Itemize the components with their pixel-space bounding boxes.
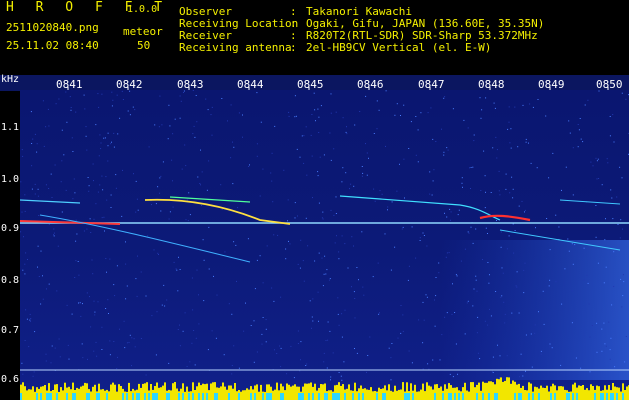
frequency-tick: 0.7 [1, 325, 20, 336]
antenna-sep: : [290, 41, 297, 54]
timestamp: 25.11.02 08:40 [6, 39, 99, 52]
unit-label: kHz [1, 74, 20, 85]
time-tick: 0844 [237, 78, 264, 91]
frequency-tick: 0.8 [1, 275, 20, 286]
meteor-count: 50 [137, 39, 151, 52]
time-tick: 0849 [538, 78, 565, 91]
spectrogram [20, 90, 629, 400]
time-tick: 0848 [478, 78, 505, 91]
frequency-tick: 0.6 [1, 374, 20, 385]
time-tick: 0843 [177, 78, 204, 91]
time-tick: 0847 [418, 78, 445, 91]
antenna-label: Receiving antenna [179, 41, 292, 54]
frequency-tick: 1.0 [1, 174, 20, 185]
time-tick: 0841 [56, 78, 83, 91]
noise-region [440, 240, 629, 380]
header-panel: H R O F F T 1.0.0 2511020840.png meteor … [0, 0, 629, 74]
time-tick: 0842 [116, 78, 143, 91]
antenna-value: 2el-HB9CV Vertical (el. E-W) [306, 41, 492, 54]
app-version: 1.0.0 [127, 4, 158, 15]
frequency-tick: 0.9 [1, 223, 20, 234]
time-tick: 0845 [297, 78, 324, 91]
file-name: 2511020840.png [6, 21, 99, 34]
frequency-tick: 1.1 [1, 122, 20, 133]
meteor-label: meteor [123, 25, 163, 38]
time-tick: 0846 [357, 78, 384, 91]
time-tick: 0850 [596, 78, 623, 91]
